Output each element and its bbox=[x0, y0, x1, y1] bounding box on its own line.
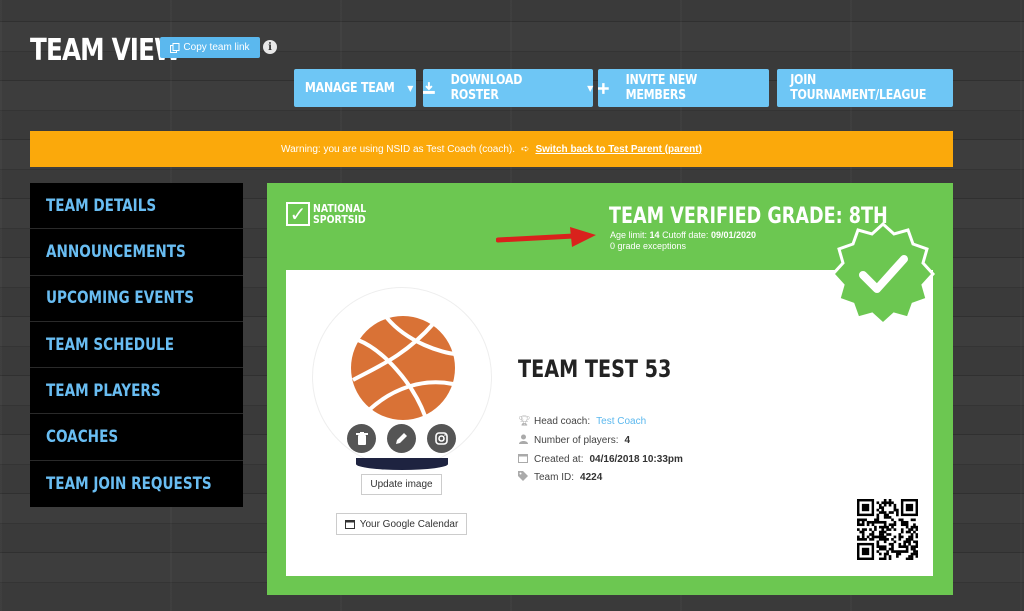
team-id-label: Team ID: bbox=[534, 472, 575, 483]
players-value: 4 bbox=[624, 435, 631, 446]
logo-line-2: SPORTSID bbox=[313, 213, 366, 226]
instagram-icon bbox=[435, 432, 448, 445]
copy-team-link-label: Copy team link bbox=[183, 42, 250, 53]
warning-text: Warning: you are using NSID as Test Coac… bbox=[281, 143, 516, 155]
switch-back-icon: ➪ bbox=[521, 143, 530, 155]
tag-icon bbox=[518, 471, 528, 484]
team-name: TEAM TEST 53 bbox=[518, 355, 672, 383]
created-value: 04/16/2018 10:33pm bbox=[589, 454, 683, 465]
sidebar-item-upcoming-events[interactable]: UPCOMING EVENTS bbox=[30, 276, 243, 322]
sidebar: TEAM DETAILS ANNOUNCEMENTS UPCOMING EVEN… bbox=[30, 183, 243, 507]
players-row: Number of players: 4 bbox=[518, 434, 630, 447]
trash-icon bbox=[355, 432, 368, 445]
head-coach-link[interactable]: Test Coach bbox=[596, 416, 646, 427]
logo-check-icon: ✓ bbox=[286, 202, 310, 226]
download-roster-button[interactable]: DOWNLOAD ROSTER ▼ bbox=[423, 69, 593, 107]
google-calendar-label: Your Google Calendar bbox=[359, 518, 459, 530]
pencil-icon bbox=[396, 433, 407, 444]
sidebar-item-team-players[interactable]: TEAM PLAYERS bbox=[30, 368, 243, 415]
cutoff-label: Cutoff date: bbox=[662, 230, 709, 240]
manage-team-button[interactable]: MANAGE TEAM ▼ bbox=[294, 69, 416, 107]
download-icon bbox=[423, 82, 435, 94]
sidebar-item-label: TEAM JOIN REQUESTS bbox=[46, 473, 212, 494]
players-label: Number of players: bbox=[534, 435, 619, 446]
red-arrow-annotation bbox=[496, 227, 596, 247]
sidebar-item-label: TEAM DETAILS bbox=[46, 195, 157, 216]
instagram-button[interactable] bbox=[427, 424, 456, 453]
copy-team-link-button[interactable]: Copy team link bbox=[160, 37, 260, 58]
qr-code bbox=[857, 499, 918, 560]
created-label: Created at: bbox=[534, 454, 584, 465]
sidebar-item-team-schedule[interactable]: TEAM SCHEDULE bbox=[30, 322, 243, 369]
head-coach-label: Head coach: bbox=[534, 416, 591, 427]
plus-icon bbox=[598, 82, 609, 94]
age-limit-value: 14 bbox=[649, 230, 660, 240]
switch-back-link[interactable]: Switch back to Test Parent (parent) bbox=[535, 144, 702, 155]
sidebar-item-team-join-requests[interactable]: TEAM JOIN REQUESTS bbox=[30, 461, 243, 507]
sidebar-item-coaches[interactable]: COACHES bbox=[30, 414, 243, 461]
age-limit-label: Age limit: bbox=[610, 230, 648, 240]
manage-team-label: MANAGE TEAM bbox=[304, 80, 395, 96]
invite-new-members-label: INVITE NEW MEMBERS bbox=[625, 73, 697, 103]
caret-down-icon: ▼ bbox=[587, 83, 593, 93]
caret-down-icon: ▼ bbox=[407, 83, 414, 93]
national-sportsid-logo: ✓ NATIONAL SPORTSID bbox=[286, 202, 376, 226]
grade-exceptions: 0 grade exceptions bbox=[610, 241, 687, 251]
invite-new-members-button[interactable]: INVITE NEW MEMBERS bbox=[598, 69, 769, 107]
verified-badge-icon bbox=[830, 221, 936, 327]
google-calendar-button[interactable]: Your Google Calendar bbox=[336, 513, 467, 535]
trophy-icon: 🏆︎ bbox=[518, 416, 531, 427]
head-coach-row: 🏆︎ Head coach: Test Coach bbox=[518, 416, 646, 427]
download-roster-label: DOWNLOAD ROSTER bbox=[450, 73, 522, 103]
sidebar-item-announcements[interactable]: ANNOUNCEMENTS bbox=[30, 229, 243, 276]
sidebar-item-label: TEAM SCHEDULE bbox=[46, 334, 175, 355]
sidebar-item-team-details[interactable]: TEAM DETAILS bbox=[30, 183, 243, 230]
calendar-icon bbox=[518, 453, 528, 466]
cutoff-value: 09/01/2020 bbox=[710, 230, 756, 240]
calendar-icon bbox=[344, 520, 355, 529]
team-id-row: Team ID: 4224 bbox=[518, 471, 602, 484]
update-image-button[interactable]: Update image bbox=[361, 474, 442, 495]
page-title: TEAM VIEW bbox=[30, 33, 181, 68]
join-tournament-label: JOIN TOURNAMENT/LEAGUE bbox=[790, 73, 927, 103]
join-tournament-league-button[interactable]: JOIN TOURNAMENT/LEAGUE bbox=[777, 69, 953, 107]
delete-image-button[interactable] bbox=[347, 424, 376, 453]
user-icon bbox=[518, 434, 528, 447]
avatar-bottom-edge bbox=[356, 458, 448, 470]
copy-icon bbox=[170, 42, 180, 53]
info-icon[interactable]: i bbox=[263, 40, 277, 54]
sidebar-item-label: COACHES bbox=[46, 427, 119, 448]
edit-image-button[interactable] bbox=[387, 424, 416, 453]
sidebar-item-label: UPCOMING EVENTS bbox=[46, 288, 194, 309]
age-limit-line: Age limit: 14 Cutoff date: 09/01/2020 bbox=[610, 230, 756, 240]
created-row: Created at: 04/16/2018 10:33pm bbox=[518, 453, 683, 466]
sidebar-item-label: ANNOUNCEMENTS bbox=[46, 241, 186, 262]
sidebar-item-label: TEAM PLAYERS bbox=[46, 380, 161, 401]
impersonation-warning-bar: Warning: you are using NSID as Test Coac… bbox=[30, 131, 953, 167]
team-id-value: 4224 bbox=[580, 472, 603, 483]
